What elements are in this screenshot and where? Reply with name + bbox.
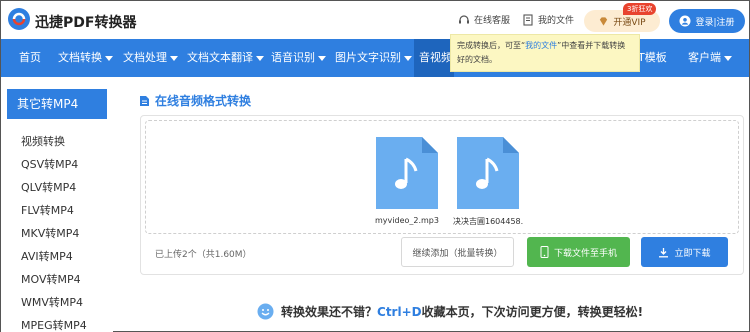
nav-label: 文档处理 [123,51,167,64]
tip-shortcut: Ctrl+D [377,305,422,319]
add-more-label: 继续添加（批量转换） [412,248,503,259]
file-item[interactable]: myvideo_2.mp3 [372,137,442,225]
nav-item-ocr[interactable]: 图片文字识别 [335,39,412,77]
nav-item-translate[interactable]: 文档文本翻译 [187,39,264,77]
sidebar-item[interactable]: 视频转换 [21,133,65,149]
bookmark-tip: 转换效果还不错？Ctrl+D收藏本页，下次访问更方便，转换更轻松! [257,303,643,320]
nav-item-templates[interactable]: T模板 [638,39,667,77]
nav-item-home[interactable]: 首页 [19,39,41,77]
sidebar-item[interactable]: QSV转MP4 [21,156,78,172]
caret-down-icon [256,55,264,61]
document-icon [523,13,533,26]
tooltip-highlight: 我的文件 [525,41,558,50]
my-files-tooltip: 完成转换后，可至“我的文件”中查看并下载转换好的文档。 [450,34,640,72]
download-icon [659,247,669,257]
section-title-text: 在线音频格式转换 [155,94,252,108]
customer-service-link[interactable]: 在线客服 [458,13,510,26]
converter-panel: myvideo_2.mp3 决决吉圃1604458... 已上传2个（共1.60… [140,115,744,275]
smiley-icon [257,303,274,320]
nav-item-doc-convert[interactable]: 文档转换 [58,39,113,77]
sidebar-item[interactable]: FLV转MP4 [21,202,74,218]
nav-label: 文档文本翻译 [187,51,253,64]
diamond-icon [600,16,608,26]
user-icon [679,15,691,27]
nav-label: 首页 [19,51,41,64]
section-title: 在线音频格式转换 [139,92,251,109]
nav-item-av[interactable]: 音视频 [414,39,454,77]
phone-icon [540,246,549,258]
caret-down-icon [318,55,326,61]
download-now-button[interactable]: 立即下载 [641,237,728,267]
caret-down-icon [724,55,732,61]
customer-service-label: 在线客服 [474,16,511,26]
login-register-button[interactable]: 登录|注册 [669,9,745,33]
audio-file-icon [457,137,519,209]
caret-down-icon [404,55,412,61]
file-item[interactable]: 决决吉圃1604458... [453,137,523,227]
vip-promo-badge: 3折狂欢 [623,3,657,15]
download-to-phone-button[interactable]: 下载文件至手机 [527,237,630,267]
sidebar-item[interactable]: AVI转MP4 [21,248,73,264]
sidebar-item[interactable]: MOV转MP4 [21,271,81,287]
brand-name[interactable]: 迅捷PDF转换器 [35,12,136,32]
sidebar-title[interactable]: 其它转MP4 [7,89,107,119]
nav-label: 音视频 [419,51,452,64]
nav-item-doc-process[interactable]: 文档处理 [123,39,178,77]
add-more-button[interactable]: 继续添加（批量转换） [401,237,514,267]
tooltip-text: 完成转换后，可至“ [457,41,526,50]
nav-label: 语音识别 [271,51,315,64]
file-name: 决决吉圃1604458... [453,217,523,226]
sidebar-item[interactable]: QLV转MP4 [21,179,76,195]
file-dropzone[interactable]: myvideo_2.mp3 决决吉圃1604458... [145,120,739,234]
document-icon [140,95,149,106]
tip-text: 收藏本页，下次访问更方便，转换更轻松! [421,305,644,319]
nav-item-speech[interactable]: 语音识别 [271,39,326,77]
nav-item-client[interactable]: 客户端 [688,39,732,77]
sidebar-item[interactable]: WMV转MP4 [21,294,83,310]
vip-label: 开通VIP [613,17,646,28]
caret-down-icon [170,55,178,61]
nav-label: T模板 [638,51,667,64]
sidebar-item[interactable]: MPEG转MP4 [21,317,87,332]
audio-file-icon [376,137,438,209]
download-now-label: 立即下载 [674,248,711,259]
my-files-link[interactable]: 我的文件 [522,13,574,26]
app-logo-icon[interactable] [7,7,31,31]
nav-label: 客户端 [688,51,721,64]
upload-info: 已上传2个（共1.60M） [155,250,252,260]
headset-icon [459,14,469,23]
caret-down-icon [105,55,113,61]
sidebar-item[interactable]: MKV转MP4 [21,225,79,241]
download-to-phone-label: 下载文件至手机 [553,248,617,259]
file-name: myvideo_2.mp3 [375,216,439,225]
login-label: 登录|注册 [695,17,735,28]
nav-label: 图片文字识别 [335,51,401,64]
sidebar: 其它转MP4 视频转换 QSV转MP4 QLV转MP4 FLV转MP4 MKV转… [1,77,113,332]
my-files-label: 我的文件 [538,16,575,26]
tip-text: 转换效果还不错？ [281,305,378,319]
nav-label: 文档转换 [58,51,102,64]
